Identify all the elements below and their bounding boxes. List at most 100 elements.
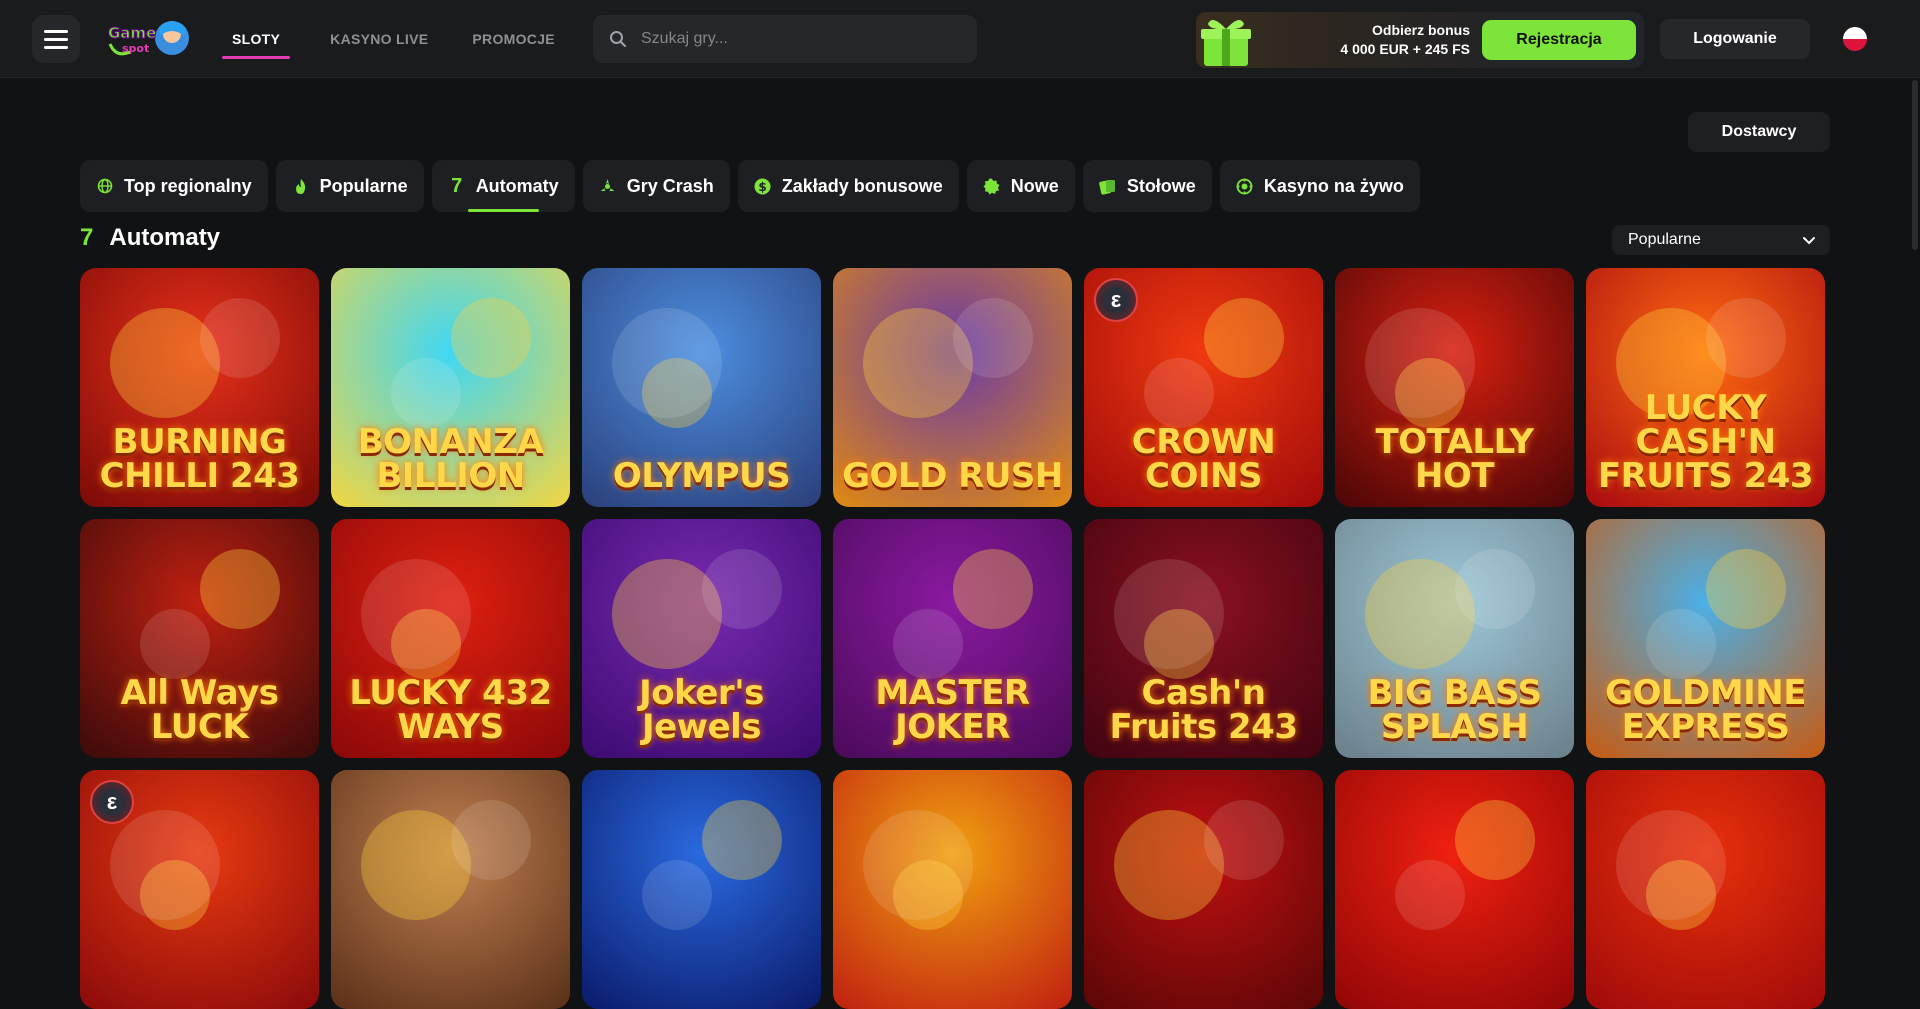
login-button[interactable]: Logowanie — [1660, 19, 1810, 59]
game-title — [1447, 995, 1463, 1009]
game-tile[interactable]: Joker's Jewels — [582, 519, 821, 758]
game-tile[interactable] — [582, 770, 821, 1009]
game-tile[interactable]: LUCKY 432 WAYS — [331, 519, 570, 758]
tab-popular[interactable]: Popularne — [275, 160, 424, 212]
game-tile[interactable]: GOLDMINE EXPRESS — [1586, 519, 1825, 758]
tab-new[interactable]: Nowe — [966, 160, 1075, 212]
svg-text:$: $ — [759, 180, 767, 194]
register-button[interactable]: Rejestracja — [1482, 20, 1636, 60]
game-tile[interactable]: MASTER JOKER — [833, 519, 1072, 758]
game-art — [391, 358, 461, 428]
sort-selected-value: Popularne — [1628, 231, 1701, 248]
dollar-icon: $ — [754, 177, 772, 195]
game-title: Joker's Jewels — [639, 673, 764, 747]
tab-label: Nowe — [1010, 175, 1059, 196]
game-art — [1144, 358, 1214, 428]
game-art — [863, 810, 973, 920]
game-tile[interactable]: ε — [80, 770, 319, 1009]
search-input[interactable] — [641, 30, 961, 48]
game-art — [1395, 860, 1465, 930]
game-title: MASTER JOKER — [875, 673, 1030, 747]
game-art — [1455, 800, 1535, 880]
game-title — [945, 995, 961, 1009]
flame-icon — [292, 177, 310, 195]
game-title: CROWN COINS — [1131, 422, 1276, 496]
game-tile[interactable]: BURNING CHILLI 243 — [80, 268, 319, 507]
tab-label: Kasyno na żywo — [1263, 175, 1404, 196]
game-art — [110, 810, 220, 920]
bonus-title: Odbierz bonus — [1372, 22, 1470, 38]
game-tile[interactable] — [1335, 770, 1574, 1009]
game-tile[interactable]: OLYMPUS — [582, 268, 821, 507]
tab-bonus-bets[interactable]: $ Zakłady bonusowe — [737, 160, 959, 212]
tab-top-regional[interactable]: Top regionalny — [80, 160, 268, 212]
game-title: OLYMPUS — [612, 456, 791, 496]
game-art — [451, 298, 531, 378]
tab-slots[interactable]: 7 Automaty — [431, 160, 575, 212]
game-tile[interactable]: BIG BASS SPLASH — [1335, 519, 1574, 758]
game-art — [1706, 298, 1786, 378]
game-tile[interactable] — [833, 770, 1072, 1009]
game-art — [702, 549, 782, 629]
game-title: All Ways LUCK — [120, 673, 279, 747]
game-grid: BURNING CHILLI 243 BONANZA BILLION OLYMPUS… — [80, 268, 1825, 1009]
tab-label: Zakłady bonusowe — [781, 175, 943, 196]
game-title — [1698, 995, 1714, 1009]
game-art — [1455, 549, 1535, 629]
nav-slots[interactable]: SLOTY — [216, 0, 296, 78]
search-icon — [610, 31, 626, 47]
game-art — [1365, 308, 1475, 418]
language-flag-icon[interactable] — [1843, 27, 1867, 51]
nav-promotions[interactable]: PROMOCJE — [472, 0, 555, 78]
game-tile[interactable]: BONANZA BILLION — [331, 268, 570, 507]
game-title — [443, 995, 459, 1009]
game-tile[interactable] — [331, 770, 570, 1009]
nav-live-casino[interactable]: KASYNO LIVE — [330, 0, 428, 78]
game-art — [642, 860, 712, 930]
game-art — [953, 298, 1033, 378]
game-tile[interactable]: ε CROWN COINS — [1084, 268, 1323, 507]
game-tile[interactable]: All Ways LUCK — [80, 519, 319, 758]
game-art — [1204, 800, 1284, 880]
tab-live-casino[interactable]: Kasyno na żywo — [1219, 160, 1420, 212]
section-title: 7 Automaty — [80, 224, 220, 252]
game-tile[interactable]: LUCKY CASH'N FRUITS 243 — [1586, 268, 1825, 507]
search-box[interactable] — [593, 15, 977, 63]
tab-table-games[interactable]: Stołowe — [1082, 160, 1212, 212]
game-art — [200, 298, 280, 378]
new-icon — [983, 177, 1001, 195]
menu-icon — [44, 29, 68, 33]
providers-button[interactable]: Dostawcy — [1688, 112, 1830, 152]
game-title: Cash'n Fruits 243 — [1109, 673, 1298, 747]
game-title — [1196, 995, 1212, 1009]
game-art — [702, 800, 782, 880]
game-title: GOLDMINE EXPRESS — [1605, 673, 1806, 747]
game-title: LUCKY 432 WAYS — [349, 673, 552, 747]
page-scrollbar[interactable] — [1910, 78, 1920, 919]
game-tile[interactable]: GOLD RUSH — [833, 268, 1072, 507]
game-art — [200, 549, 280, 629]
game-art — [1114, 559, 1224, 669]
bonus-text: Odbierz bonus 4 000 EUR + 245 FS — [1340, 21, 1470, 59]
chevron-down-icon — [1803, 237, 1815, 245]
game-art — [1616, 810, 1726, 920]
sort-select[interactable]: Popularne — [1612, 225, 1830, 255]
game-tile[interactable] — [1084, 770, 1323, 1009]
crash-icon — [599, 177, 617, 195]
game-art — [1646, 609, 1716, 679]
menu-button[interactable] — [32, 15, 80, 63]
svg-text:Game: Game — [108, 24, 156, 42]
game-tile[interactable]: Cash'n Fruits 243 — [1084, 519, 1323, 758]
game-title: LUCKY CASH'N FRUITS 243 — [1597, 388, 1814, 496]
game-tile[interactable]: TOTALLY HOT — [1335, 268, 1574, 507]
tab-label: Popularne — [319, 175, 408, 196]
game-art — [1204, 298, 1284, 378]
game-art — [361, 559, 471, 669]
seven-icon: 7 — [80, 224, 94, 251]
site-logo[interactable]: Game spot — [104, 18, 192, 60]
game-tile[interactable] — [1586, 770, 1825, 1009]
game-title: BURNING CHILLI 243 — [99, 422, 300, 496]
game-art — [893, 609, 963, 679]
game-title: GOLD RUSH — [842, 456, 1063, 496]
tab-crash-games[interactable]: Gry Crash — [582, 160, 730, 212]
